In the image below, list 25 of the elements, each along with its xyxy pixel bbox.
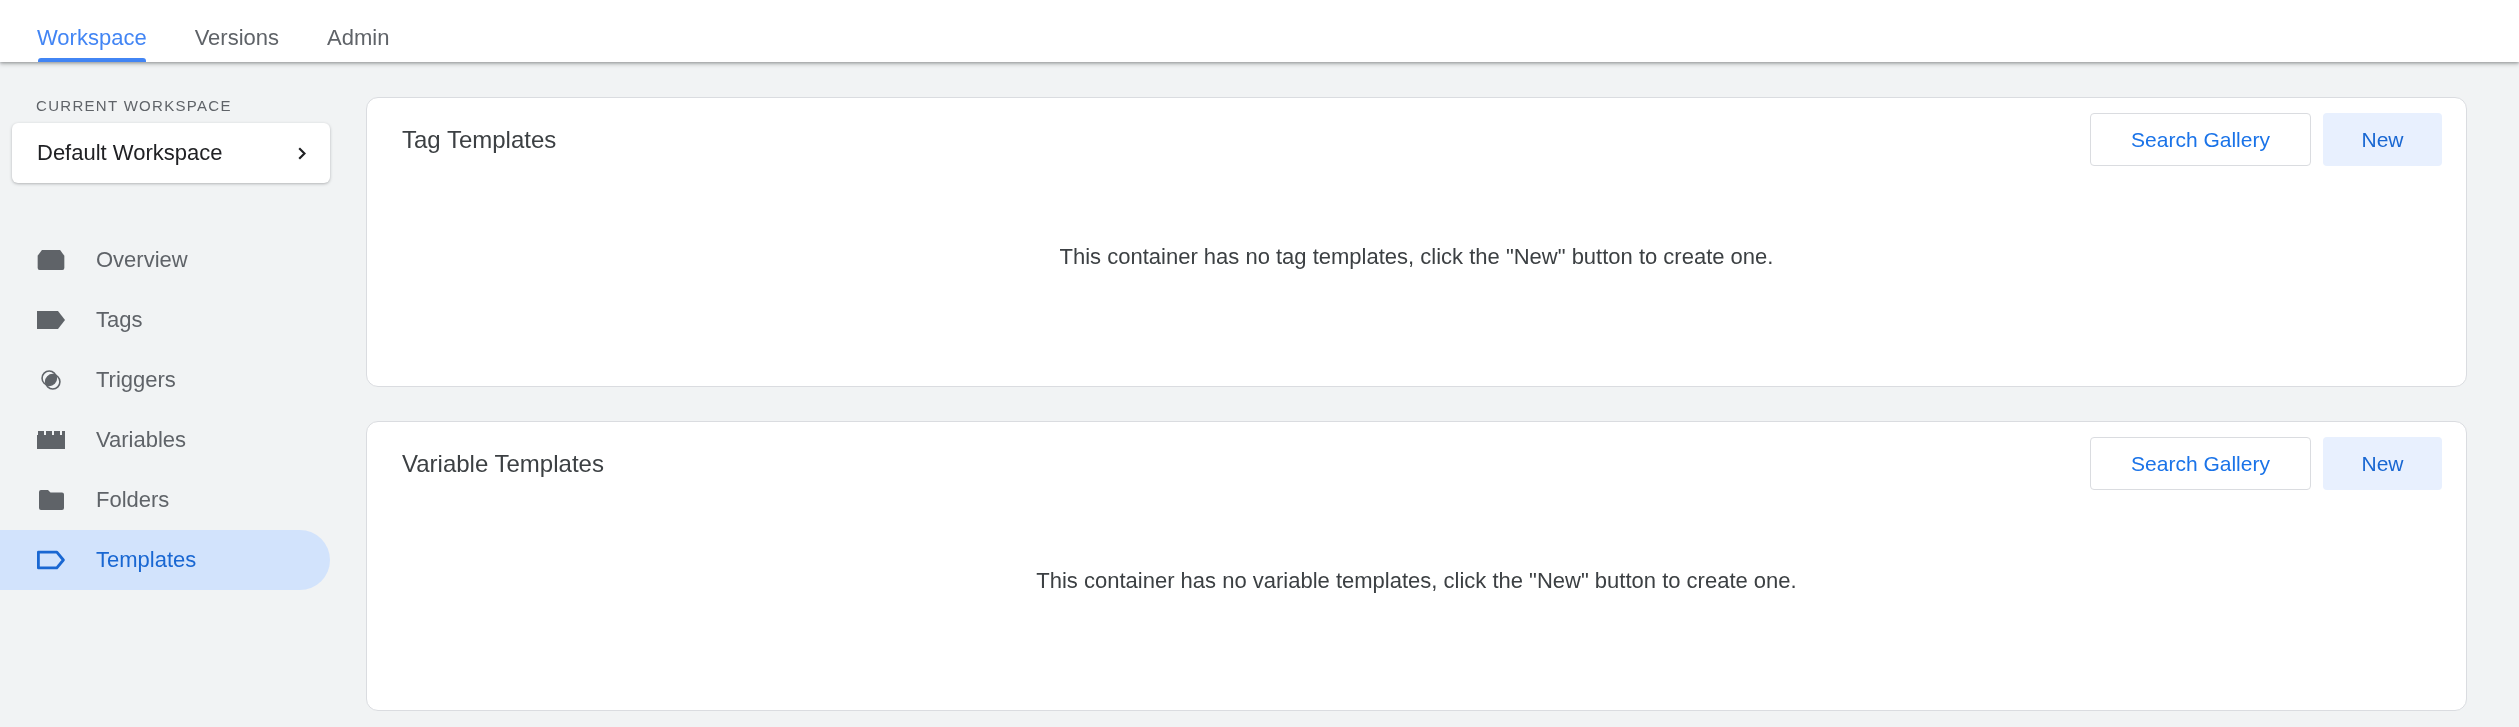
card-title: Tag Templates (402, 124, 557, 155)
new-button[interactable]: New (2323, 113, 2442, 166)
sidebar-item[interactable]: Templates (0, 530, 330, 590)
chevron-right-icon (298, 146, 306, 160)
search-gallery-button[interactable]: Search Gallery (2090, 437, 2311, 490)
nav-tab[interactable]: Admin (327, 0, 390, 62)
empty-state-message: This container has no variable templates, click the "New" button to create one. (1036, 568, 1797, 594)
section-label: CURRENT WORKSPACE (36, 96, 233, 115)
sidebar-item[interactable]: Folders (0, 470, 330, 530)
nav-tab[interactable]: Versions (194, 0, 280, 62)
card-title: Variable Templates (402, 448, 604, 479)
search-gallery-button[interactable]: Search Gallery (2090, 113, 2311, 166)
tray-icon (37, 250, 65, 270)
sidebar-item[interactable]: Overview (0, 230, 330, 290)
tag-outline-icon (37, 550, 65, 570)
new-button[interactable]: New (2323, 437, 2442, 490)
nav-tab[interactable]: Workspace (37, 0, 147, 62)
folder-icon (38, 490, 64, 510)
sidebar-item[interactable]: Triggers (0, 350, 330, 410)
tag-icon (37, 310, 65, 330)
sidebar-item[interactable]: Variables (0, 410, 330, 470)
empty-state-message: This container has no tag templates, click the "New" button to create one. (1059, 244, 1774, 270)
brick-icon (37, 430, 65, 450)
sidebar-item[interactable]: Tags (0, 290, 330, 350)
workspace-selector[interactable]: Default Workspace (12, 123, 330, 183)
